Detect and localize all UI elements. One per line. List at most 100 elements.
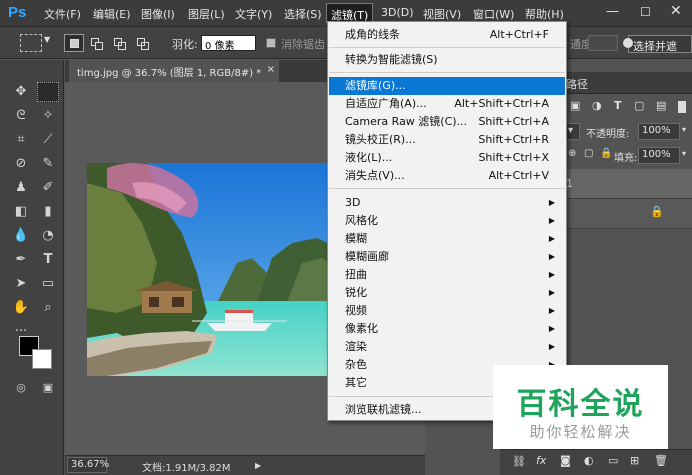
opacity-chevron-icon[interactable]: ▾ bbox=[682, 125, 686, 134]
new-group-icon[interactable]: ▭ bbox=[608, 454, 618, 467]
opacity-input[interactable]: 100% bbox=[638, 123, 680, 140]
minimize-icon[interactable]: — bbox=[606, 4, 619, 19]
menu-item-liquify[interactable]: 液化(L)... Shift+Ctrl+X bbox=[329, 149, 565, 167]
path-selection-tool-icon[interactable]: ➤ bbox=[10, 274, 32, 294]
close-icon[interactable]: ✕ bbox=[670, 3, 682, 19]
menu-item-filter-gallery[interactable]: 滤镜库(G)... bbox=[329, 77, 565, 95]
lock-artboard-icon[interactable]: ▢ bbox=[584, 148, 593, 159]
screen-mode-icon[interactable]: ▣ bbox=[37, 378, 59, 398]
filter-type-icon[interactable]: T bbox=[614, 99, 622, 112]
filter-toggle-icon[interactable] bbox=[678, 101, 686, 113]
chevron-down-icon[interactable]: ▼ bbox=[44, 35, 50, 44]
intersect-selection-icon[interactable] bbox=[133, 34, 153, 52]
rectangular-marquee-tool-icon[interactable] bbox=[37, 82, 59, 102]
crop-tool-icon[interactable]: ⌗ bbox=[10, 130, 32, 150]
clone-stamp-tool-icon[interactable]: ♟ bbox=[10, 178, 32, 198]
add-selection-icon[interactable] bbox=[87, 34, 107, 52]
menu-item-stylize[interactable]: 风格化 ▶ bbox=[329, 212, 565, 230]
tab-close-icon[interactable]: × bbox=[267, 64, 275, 75]
tools-panel: ✥ ᘓ ✧ ⌗ ⟋ ⊘ ✎ ♟ ✐ ◧ ▮ 💧 ◔ ✒ T ➤ ▭ ✋ ⌕ ··… bbox=[0, 60, 64, 475]
type-tool-icon[interactable]: T bbox=[37, 250, 59, 270]
menu-image[interactable]: 图像(I) bbox=[141, 6, 175, 22]
select-subject-icon[interactable] bbox=[623, 38, 633, 48]
menu-item-lens-correction[interactable]: 镜头校正(R)... Shift+Ctrl+R bbox=[329, 131, 565, 149]
layer-row-background[interactable]: 🔒 bbox=[562, 199, 692, 229]
menu-file[interactable]: 文件(F) bbox=[44, 6, 81, 22]
subtract-selection-icon[interactable] bbox=[110, 34, 130, 52]
quick-mask-icon[interactable]: ◎ bbox=[10, 378, 32, 398]
menu-item-label: 浏览联机滤镜... bbox=[345, 403, 422, 416]
delete-layer-icon[interactable]: 🗑 bbox=[654, 454, 668, 467]
menu-layer[interactable]: 图层(L) bbox=[188, 6, 225, 22]
menu-item-shortcut: Shift+Ctrl+R bbox=[478, 133, 549, 146]
blur-tool-icon[interactable]: 💧 bbox=[10, 226, 32, 246]
new-selection-icon[interactable] bbox=[64, 34, 84, 52]
menu-item-render[interactable]: 渲染 ▶ bbox=[329, 338, 565, 356]
lasso-tool-icon[interactable]: ᘓ bbox=[10, 106, 32, 126]
lock-all-icon[interactable]: 🔒 bbox=[600, 148, 612, 159]
submenu-arrow-icon: ▶ bbox=[548, 270, 555, 279]
marquee-preset-icon[interactable] bbox=[20, 34, 42, 52]
menu-item-convert-smart-filter[interactable]: 转换为智能滤镜(S) bbox=[329, 51, 565, 69]
eyedropper-tool-icon[interactable]: ⟋ bbox=[37, 130, 59, 150]
menu-type[interactable]: 文字(Y) bbox=[235, 6, 272, 22]
menu-item-last-filter[interactable]: 成角的线条 Alt+Ctrl+F bbox=[329, 26, 565, 44]
menu-3d[interactable]: 3D(D) bbox=[381, 6, 414, 19]
menu-item-blur-gallery[interactable]: 模糊画廊 ▶ bbox=[329, 248, 565, 266]
menu-item-pixelate[interactable]: 像素化 ▶ bbox=[329, 320, 565, 338]
menu-item-video[interactable]: 视频 ▶ bbox=[329, 302, 565, 320]
menu-item-label: 自适应广角(A)... bbox=[345, 97, 427, 110]
gradient-tool-icon[interactable]: ▮ bbox=[37, 202, 59, 222]
zoom-level-input[interactable]: 36.67% bbox=[67, 457, 109, 473]
pen-tool-icon[interactable]: ✒ bbox=[10, 250, 32, 270]
brush-tool-icon[interactable]: ✎ bbox=[37, 154, 59, 174]
dodge-tool-icon[interactable]: ◔ bbox=[37, 226, 59, 246]
menu-help[interactable]: 帮助(H) bbox=[525, 6, 564, 22]
hand-tool-icon[interactable]: ✋ bbox=[10, 298, 32, 318]
feather-input[interactable]: 0 像素 bbox=[201, 35, 256, 52]
add-mask-icon[interactable]: ◙ bbox=[560, 454, 571, 467]
menu-view[interactable]: 视图(V) bbox=[423, 6, 461, 22]
menu-select[interactable]: 选择(S) bbox=[284, 6, 322, 22]
layer-style-icon[interactable]: fx bbox=[536, 454, 546, 467]
status-arrow-icon[interactable]: ▶ bbox=[255, 461, 261, 470]
adjustment-layer-icon[interactable]: ◐ bbox=[584, 454, 594, 467]
select-and-mask-button[interactable]: 选择并遮 bbox=[628, 35, 692, 53]
document-tab[interactable]: timg.jpg @ 36.7% (图层 1, RGB/8#) * × bbox=[69, 60, 279, 82]
healing-brush-tool-icon[interactable]: ⊘ bbox=[10, 154, 32, 174]
paths-tab-fragment[interactable]: 路径 bbox=[566, 76, 588, 92]
filter-image-icon[interactable]: ▣ bbox=[570, 99, 580, 112]
eraser-tool-icon[interactable]: ◧ bbox=[10, 202, 32, 222]
menu-item-3d[interactable]: 3D ▶ bbox=[329, 194, 565, 212]
menu-item-camera-raw[interactable]: Camera Raw 滤镜(C)... Shift+Ctrl+A bbox=[329, 113, 565, 131]
zoom-tool-icon[interactable]: ⌕ bbox=[37, 298, 59, 318]
rectangle-tool-icon[interactable]: ▭ bbox=[37, 274, 59, 294]
move-tool-icon[interactable]: ✥ bbox=[10, 82, 32, 102]
menu-item-distort[interactable]: 扭曲 ▶ bbox=[329, 266, 565, 284]
magic-wand-tool-icon[interactable]: ✧ bbox=[37, 106, 59, 126]
submenu-arrow-icon: ▶ bbox=[548, 252, 555, 261]
menu-item-adaptive-wide-angle[interactable]: 自适应广角(A)... Alt+Shift+Ctrl+A bbox=[329, 95, 565, 113]
menu-window[interactable]: 窗口(W) bbox=[473, 6, 514, 22]
filter-shape-icon[interactable]: ▢ bbox=[634, 99, 644, 112]
filter-adjust-icon[interactable]: ◑ bbox=[592, 99, 602, 112]
fill-chevron-icon[interactable]: ▾ bbox=[682, 149, 686, 158]
background-color-swatch[interactable] bbox=[32, 349, 52, 369]
antialias-checkbox[interactable] bbox=[266, 38, 276, 48]
menu-item-vanishing-point[interactable]: 消失点(V)... Alt+Ctrl+V bbox=[329, 167, 565, 185]
new-layer-icon[interactable]: ⊞ bbox=[630, 454, 639, 467]
link-layers-icon[interactable]: ⛓ bbox=[512, 455, 526, 468]
history-brush-tool-icon[interactable]: ✐ bbox=[37, 178, 59, 198]
menu-edit[interactable]: 编辑(E) bbox=[93, 6, 131, 22]
fill-input[interactable]: 100% bbox=[638, 147, 680, 164]
menu-item-label: 模糊画廊 bbox=[345, 250, 389, 263]
filter-smart-icon[interactable]: ▤ bbox=[656, 99, 666, 112]
height-input[interactable] bbox=[588, 35, 618, 51]
maximize-icon[interactable]: ☐ bbox=[640, 5, 651, 19]
lock-position-icon[interactable]: ⊕ bbox=[568, 148, 576, 159]
submenu-arrow-icon: ▶ bbox=[548, 216, 555, 225]
menu-item-blur[interactable]: 模糊 ▶ bbox=[329, 230, 565, 248]
menu-filter[interactable]: 滤镜(T) bbox=[326, 3, 374, 23]
menu-item-sharpen[interactable]: 锐化 ▶ bbox=[329, 284, 565, 302]
layer-row-1[interactable]: 1 bbox=[562, 169, 692, 199]
